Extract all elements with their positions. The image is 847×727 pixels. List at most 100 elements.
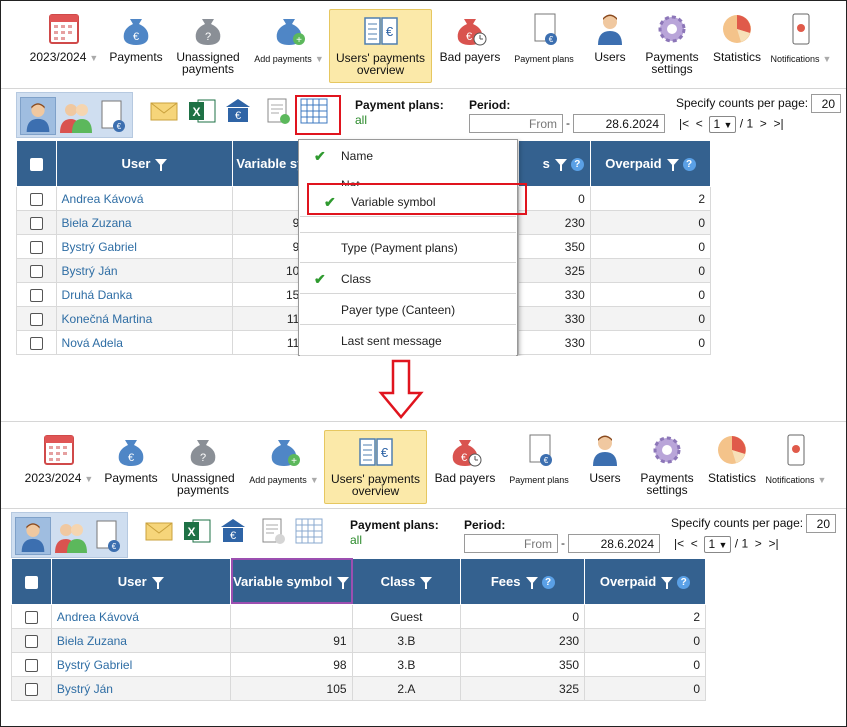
col-fees[interactable]: Fees?: [460, 558, 586, 605]
single-user-view-icon[interactable]: [20, 97, 56, 135]
payment-plans-value[interactable]: all: [350, 533, 362, 547]
pager-first-button[interactable]: |<: [679, 117, 689, 131]
document-add-icon[interactable]: [263, 96, 293, 126]
col-fees[interactable]: s?: [518, 140, 591, 187]
col-overpaid[interactable]: Overpaid?: [589, 140, 712, 187]
column-chooser-icon[interactable]: [294, 516, 324, 546]
user-name-link[interactable]: Biela Zuzana: [62, 216, 132, 230]
user-name-link[interactable]: Andrea Kávová: [57, 610, 139, 624]
user-name-link[interactable]: Biela Zuzana: [57, 634, 127, 648]
row-checkbox[interactable]: [29, 192, 43, 206]
toolbar-users[interactable]: Users: [585, 7, 635, 85]
filter-icon[interactable]: [155, 159, 168, 171]
bank-icon[interactable]: €: [218, 516, 248, 546]
counts-per-page-input[interactable]: 20: [806, 514, 836, 533]
user-name-link[interactable]: Bystrý Ján: [57, 682, 113, 696]
dropdown-item[interactable]: ✔ Name: [300, 141, 516, 171]
user-name-link[interactable]: Bystrý Ján: [62, 264, 118, 278]
toolbar-add-payments[interactable]: + Add payments ▼: [251, 7, 327, 85]
filter-icon[interactable]: [666, 158, 679, 171]
row-checkbox[interactable]: [29, 216, 43, 230]
row-checkbox[interactable]: [29, 240, 43, 254]
user-name-link[interactable]: Konečná Martina: [62, 312, 153, 326]
row-select-cell[interactable]: [16, 282, 57, 307]
toolbar-payments-settings[interactable]: Payments settings: [634, 428, 700, 506]
payment-plans-value[interactable]: all: [355, 113, 367, 127]
filter-icon[interactable]: [525, 576, 538, 589]
row-checkbox[interactable]: [24, 610, 38, 624]
row-checkbox[interactable]: [29, 288, 43, 302]
help-icon[interactable]: ?: [677, 576, 691, 590]
toolbar-add-payments[interactable]: + Add payments ▼: [246, 428, 322, 506]
period-from-input[interactable]: From: [469, 114, 563, 133]
pager-last-button[interactable]: >|: [773, 117, 783, 131]
toolbar-bad-payers[interactable]: € Bad payers: [430, 428, 500, 506]
row-select-cell[interactable]: [16, 330, 57, 355]
filter-icon[interactable]: [554, 158, 567, 171]
toolbar-payment-plans[interactable]: € Payment plans: [509, 7, 579, 85]
pager-prev-button[interactable]: <: [696, 117, 703, 131]
document-euro-view-icon[interactable]: €: [90, 517, 126, 555]
dropdown-item[interactable]: ✔ Class: [300, 264, 516, 294]
user-name-link[interactable]: Andrea Kávová: [62, 192, 144, 206]
toolbar-users-payments-overview[interactable]: € Users' payments overview: [329, 9, 432, 83]
toolbar-notifications[interactable]: Notifications ▼: [769, 7, 833, 85]
help-icon[interactable]: ?: [570, 158, 584, 172]
dropdown-item[interactable]: Last sent message: [300, 326, 516, 356]
row-select-cell[interactable]: [16, 234, 57, 259]
select-all-checkbox[interactable]: [29, 158, 43, 172]
user-name-link[interactable]: Bystrý Gabriel: [62, 240, 137, 254]
toolbar-users[interactable]: Users: [580, 428, 630, 506]
page-select[interactable]: 1 ▼: [704, 536, 732, 553]
col-variable-symbol[interactable]: Variable sy: [232, 140, 306, 187]
col-class[interactable]: Class: [351, 558, 462, 605]
pager-last-button[interactable]: >|: [768, 537, 778, 551]
row-select-cell[interactable]: [11, 628, 52, 653]
school-year-selector[interactable]: 2023/2024 ▼: [23, 7, 105, 85]
envelope-icon[interactable]: [149, 96, 179, 126]
row-checkbox[interactable]: [24, 682, 38, 696]
row-select-cell[interactable]: [11, 652, 52, 677]
pager-prev-button[interactable]: <: [691, 537, 698, 551]
toolbar-payments[interactable]: € Payments: [100, 428, 162, 506]
group-users-view-icon[interactable]: [53, 517, 89, 555]
counts-per-page-input[interactable]: 20: [811, 94, 841, 113]
dropdown-item[interactable]: Payer type (Canteen): [300, 295, 516, 325]
school-year-selector[interactable]: 2023/2024 ▼: [18, 428, 100, 506]
col-overpaid[interactable]: Overpaid?: [584, 558, 706, 605]
period-from-input[interactable]: From: [464, 534, 558, 553]
pager-next-button[interactable]: >: [760, 117, 767, 131]
col-user[interactable]: User: [50, 558, 231, 605]
row-checkbox[interactable]: [24, 658, 38, 672]
help-icon[interactable]: ?: [541, 576, 555, 590]
row-checkbox[interactable]: [29, 264, 43, 278]
toolbar-payments[interactable]: € Payments: [105, 7, 167, 85]
filter-icon[interactable]: [151, 577, 164, 589]
toolbar-notifications[interactable]: Notifications ▼: [764, 428, 828, 506]
user-name-link[interactable]: Druhá Danka: [62, 288, 133, 302]
single-user-view-icon[interactable]: [15, 517, 51, 555]
row-checkbox[interactable]: [24, 634, 38, 648]
toolbar-statistics[interactable]: Statistics: [709, 7, 765, 85]
toolbar-payment-plans[interactable]: € Payment plans: [504, 428, 574, 506]
excel-export-icon[interactable]: X: [182, 516, 212, 546]
row-checkbox[interactable]: [29, 336, 43, 350]
toolbar-users-payments-overview[interactable]: € Users' payments overview: [324, 430, 427, 504]
row-select-cell[interactable]: [16, 210, 57, 235]
bank-icon[interactable]: €: [223, 96, 253, 126]
row-select-cell[interactable]: [11, 676, 52, 701]
dropdown-item[interactable]: [300, 218, 516, 233]
dropdown-item[interactable]: Type (Payment plans): [300, 233, 516, 263]
select-all-checkbox[interactable]: [24, 576, 38, 590]
page-select[interactable]: 1 ▼: [709, 116, 737, 133]
period-to-input[interactable]: 28.6.2024: [568, 534, 660, 553]
envelope-icon[interactable]: [144, 516, 174, 546]
user-name-link[interactable]: Bystrý Gabriel: [57, 658, 132, 672]
filter-icon[interactable]: [661, 576, 674, 589]
row-select-cell[interactable]: [16, 258, 57, 283]
help-icon[interactable]: ?: [682, 158, 696, 172]
toolbar-bad-payers[interactable]: € Bad payers: [435, 7, 505, 85]
pager-next-button[interactable]: >: [755, 537, 762, 551]
select-all-header[interactable]: [16, 140, 57, 187]
document-add-icon[interactable]: [258, 516, 288, 546]
